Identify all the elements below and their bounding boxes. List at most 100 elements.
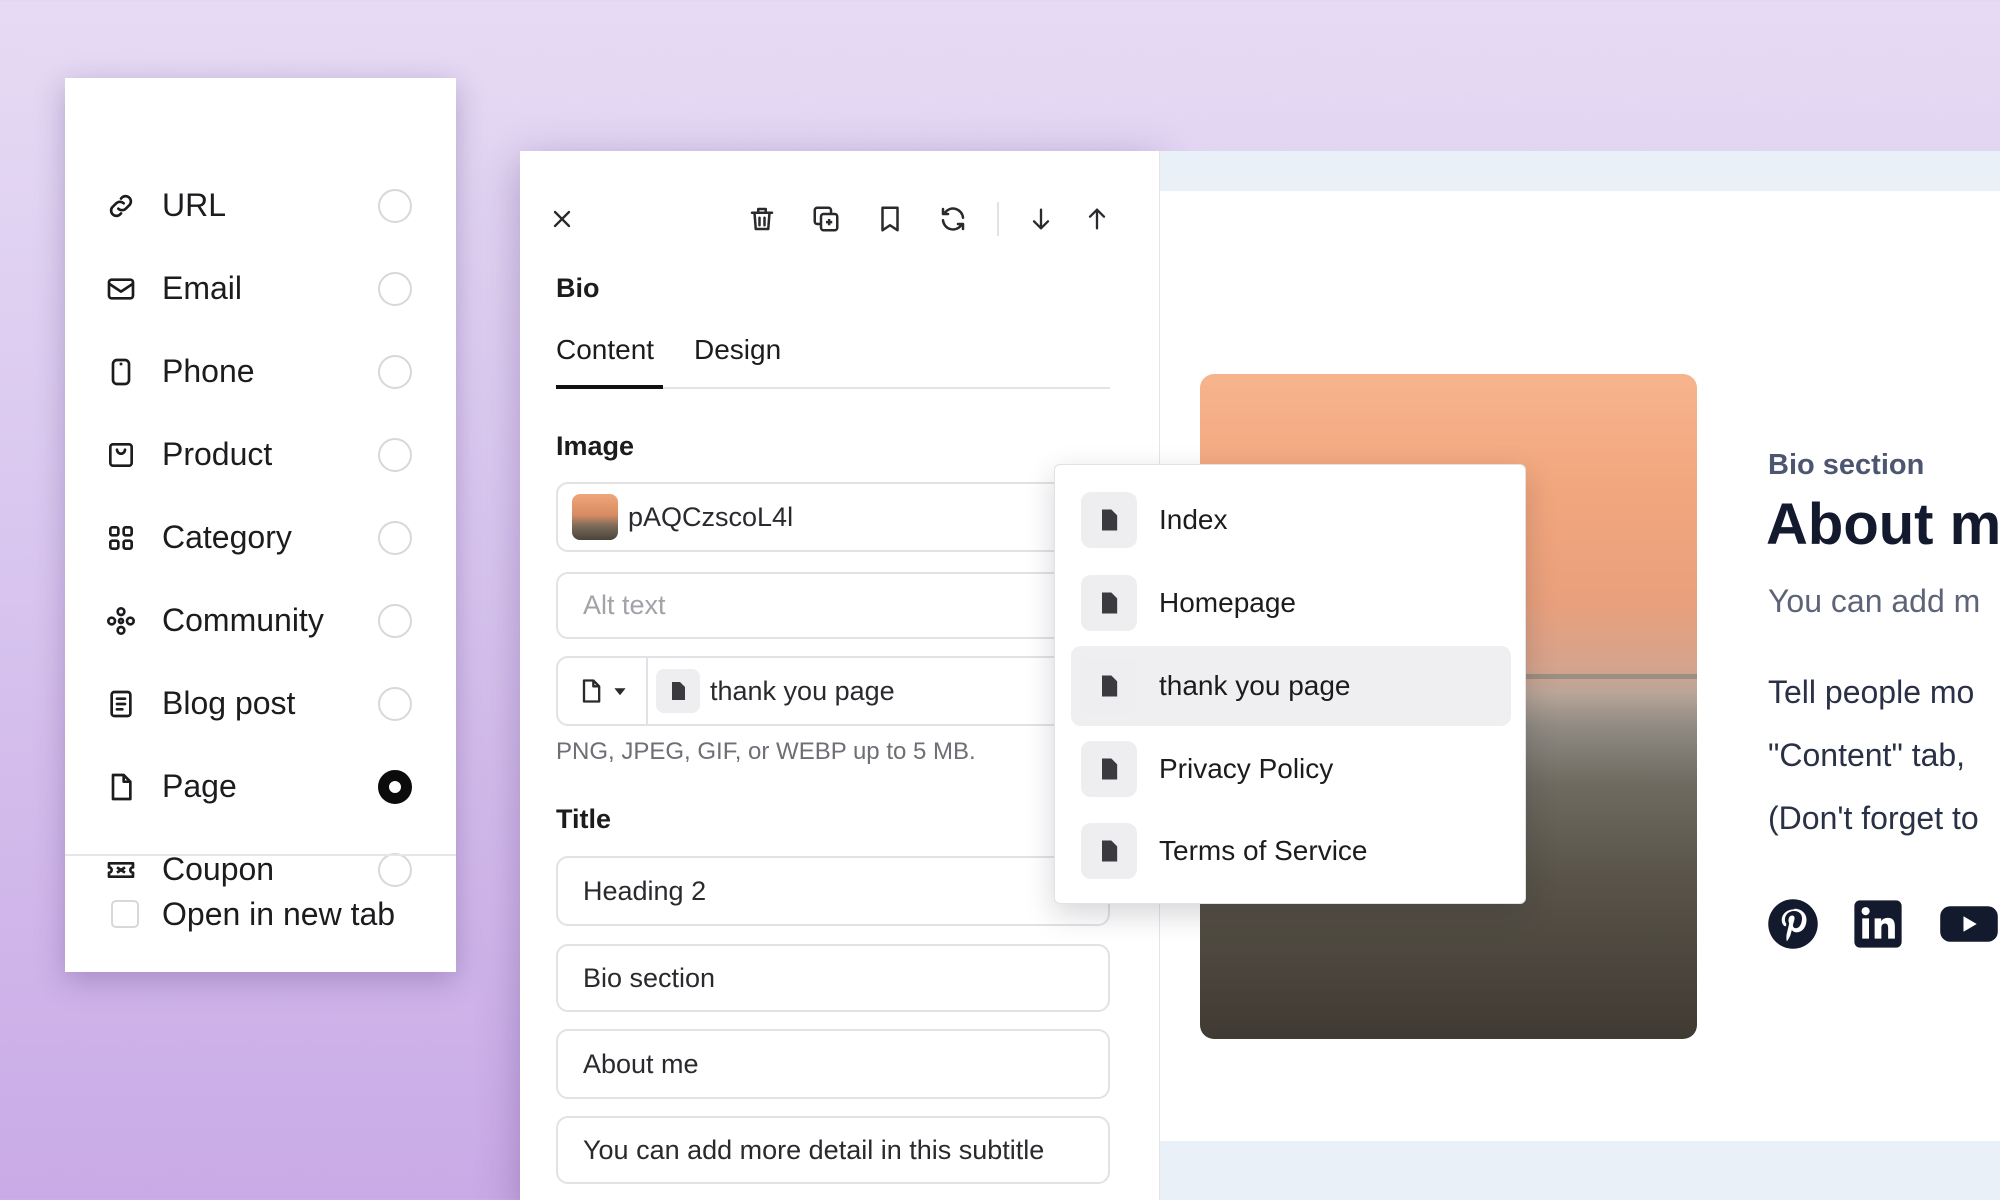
document-icon: [105, 688, 137, 720]
page-filled-icon: [1102, 509, 1118, 531]
page-option-thank-you-page[interactable]: thank you page: [1071, 646, 1511, 726]
image-filename: pAQCzscoL4l: [628, 501, 794, 532]
arrow-up-icon: [1088, 208, 1106, 230]
tab-design[interactable]: Design: [694, 334, 781, 366]
arrow-down-icon: [1032, 208, 1050, 230]
link-type-label: Community: [162, 602, 324, 638]
page-option-label: Homepage: [1159, 587, 1296, 618]
move-up-button[interactable]: [1077, 199, 1117, 239]
link-type-radio[interactable]: [378, 188, 412, 223]
tab-content[interactable]: Content: [556, 334, 654, 366]
linked-page-value: thank you page: [710, 675, 895, 706]
link-type-radio[interactable]: [378, 520, 412, 555]
preview-kicker: Bio section: [1768, 449, 1925, 481]
refresh-icon: [941, 207, 965, 231]
link-type-radio[interactable]: [378, 271, 412, 306]
preview-heading: About m: [1766, 492, 2000, 557]
image-file-field[interactable]: pAQCzscoL4l: [556, 482, 1110, 552]
pinterest-icon[interactable]: [1766, 897, 1820, 951]
kicker-input[interactable]: Bio section: [556, 944, 1110, 1012]
link-type-email[interactable]: Email: [65, 247, 456, 330]
page-chip: [1081, 823, 1137, 879]
menu-divider: [65, 854, 456, 856]
link-type-label: Page: [162, 768, 237, 804]
link-type-menu: URL Email Phone Product Category Communi…: [65, 78, 456, 972]
subtitle-input[interactable]: You can add more detail in this subtitle: [556, 1116, 1110, 1184]
preview-body: Tell people mo "Content" tab, (Don't for…: [1768, 661, 1979, 850]
link-type-label: Phone: [162, 353, 255, 389]
active-tab-indicator: [556, 385, 663, 389]
linkedin-icon[interactable]: [1851, 897, 1905, 951]
page-option-homepage[interactable]: Homepage: [1071, 563, 1511, 643]
link-type-label: Blog post: [162, 685, 296, 721]
duplicate-button[interactable]: [806, 199, 846, 239]
ticket-icon: [105, 854, 137, 886]
close-button[interactable]: [542, 199, 582, 239]
link-type-radio[interactable]: [378, 686, 412, 721]
bookmark-button[interactable]: [870, 199, 910, 239]
kicker-value: Bio section: [583, 962, 716, 993]
page-option-label: Index: [1159, 504, 1228, 535]
link-type-product[interactable]: Product: [65, 413, 456, 496]
bookmark-icon: [881, 206, 899, 232]
image-link-field[interactable]: thank you page: [556, 656, 1110, 726]
panel-title: Bio: [556, 273, 600, 303]
page-filled-icon: [1102, 675, 1118, 697]
page-chip: [1081, 741, 1137, 797]
page-chip: [1081, 492, 1137, 548]
open-in-new-tab-label[interactable]: Open in new tab: [162, 896, 395, 933]
page-option-privacy-policy[interactable]: Privacy Policy: [1071, 729, 1511, 809]
link-type-url[interactable]: URL: [65, 164, 456, 247]
link-type-label: Product: [162, 436, 273, 472]
preview-subtitle: You can add m: [1768, 583, 1981, 619]
link-type-category[interactable]: Category: [65, 496, 456, 579]
community-icon: [105, 605, 137, 637]
link-type-label: Category: [162, 519, 292, 555]
page-option-label: Terms of Service: [1159, 835, 1368, 866]
page-chip: [656, 669, 700, 713]
phone-icon: [105, 356, 137, 388]
page-option-index[interactable]: Index: [1071, 480, 1511, 560]
preview-body-line: Tell people mo: [1768, 674, 1975, 710]
link-type-radio-selected[interactable]: [378, 769, 412, 804]
link-type-phone[interactable]: Phone: [65, 330, 456, 413]
page-option-label: Privacy Policy: [1159, 753, 1334, 784]
youtube-icon[interactable]: [1938, 897, 1998, 951]
open-in-new-tab-checkbox[interactable]: [111, 900, 139, 928]
link-type-blog-post[interactable]: Blog post: [65, 662, 456, 745]
link-type-radio[interactable]: [378, 852, 412, 887]
link-type-page[interactable]: Page: [65, 745, 456, 828]
page-option-terms-of-service[interactable]: Terms of Service: [1071, 811, 1511, 891]
alt-text-input[interactable]: Alt text: [556, 572, 1110, 639]
link-type-label: URL: [162, 187, 227, 223]
link-type-select[interactable]: [558, 658, 648, 724]
caret-down-icon: [614, 688, 626, 696]
grid-icon: [105, 522, 137, 554]
move-down-button[interactable]: [1021, 199, 1061, 239]
heading-level-value: Heading 2: [583, 875, 707, 906]
title-section-label: Title: [556, 804, 612, 834]
page-filled-icon: [1102, 758, 1118, 780]
toolbar-divider: [997, 202, 999, 236]
link-type-label: Coupon: [162, 851, 275, 887]
link-type-community[interactable]: Community: [65, 579, 456, 662]
link-type-radio[interactable]: [378, 603, 412, 638]
page-filled-icon: [672, 682, 685, 700]
shopping-bag-icon: [105, 439, 137, 471]
delete-button[interactable]: [742, 199, 782, 239]
heading-input[interactable]: About me: [556, 1029, 1110, 1099]
refresh-button[interactable]: [933, 199, 973, 239]
page-icon: [105, 771, 137, 803]
page-filled-icon: [1102, 840, 1118, 862]
duplicate-icon: [813, 206, 839, 232]
image-format-hint: PNG, JPEG, GIF, or WEBP up to 5 MB.: [556, 738, 976, 765]
page-icon: [582, 679, 601, 703]
link-type-radio[interactable]: [378, 354, 412, 389]
preview-body-line: "Content" tab,: [1768, 737, 1966, 773]
subtitle-value: You can add more detail in this subtitle: [583, 1134, 1045, 1165]
envelope-icon: [105, 273, 137, 305]
link-icon: [105, 190, 137, 222]
heading-level-select[interactable]: Heading 2: [556, 856, 1110, 926]
link-type-radio[interactable]: [378, 437, 412, 472]
alt-text-placeholder: Alt text: [583, 590, 666, 620]
